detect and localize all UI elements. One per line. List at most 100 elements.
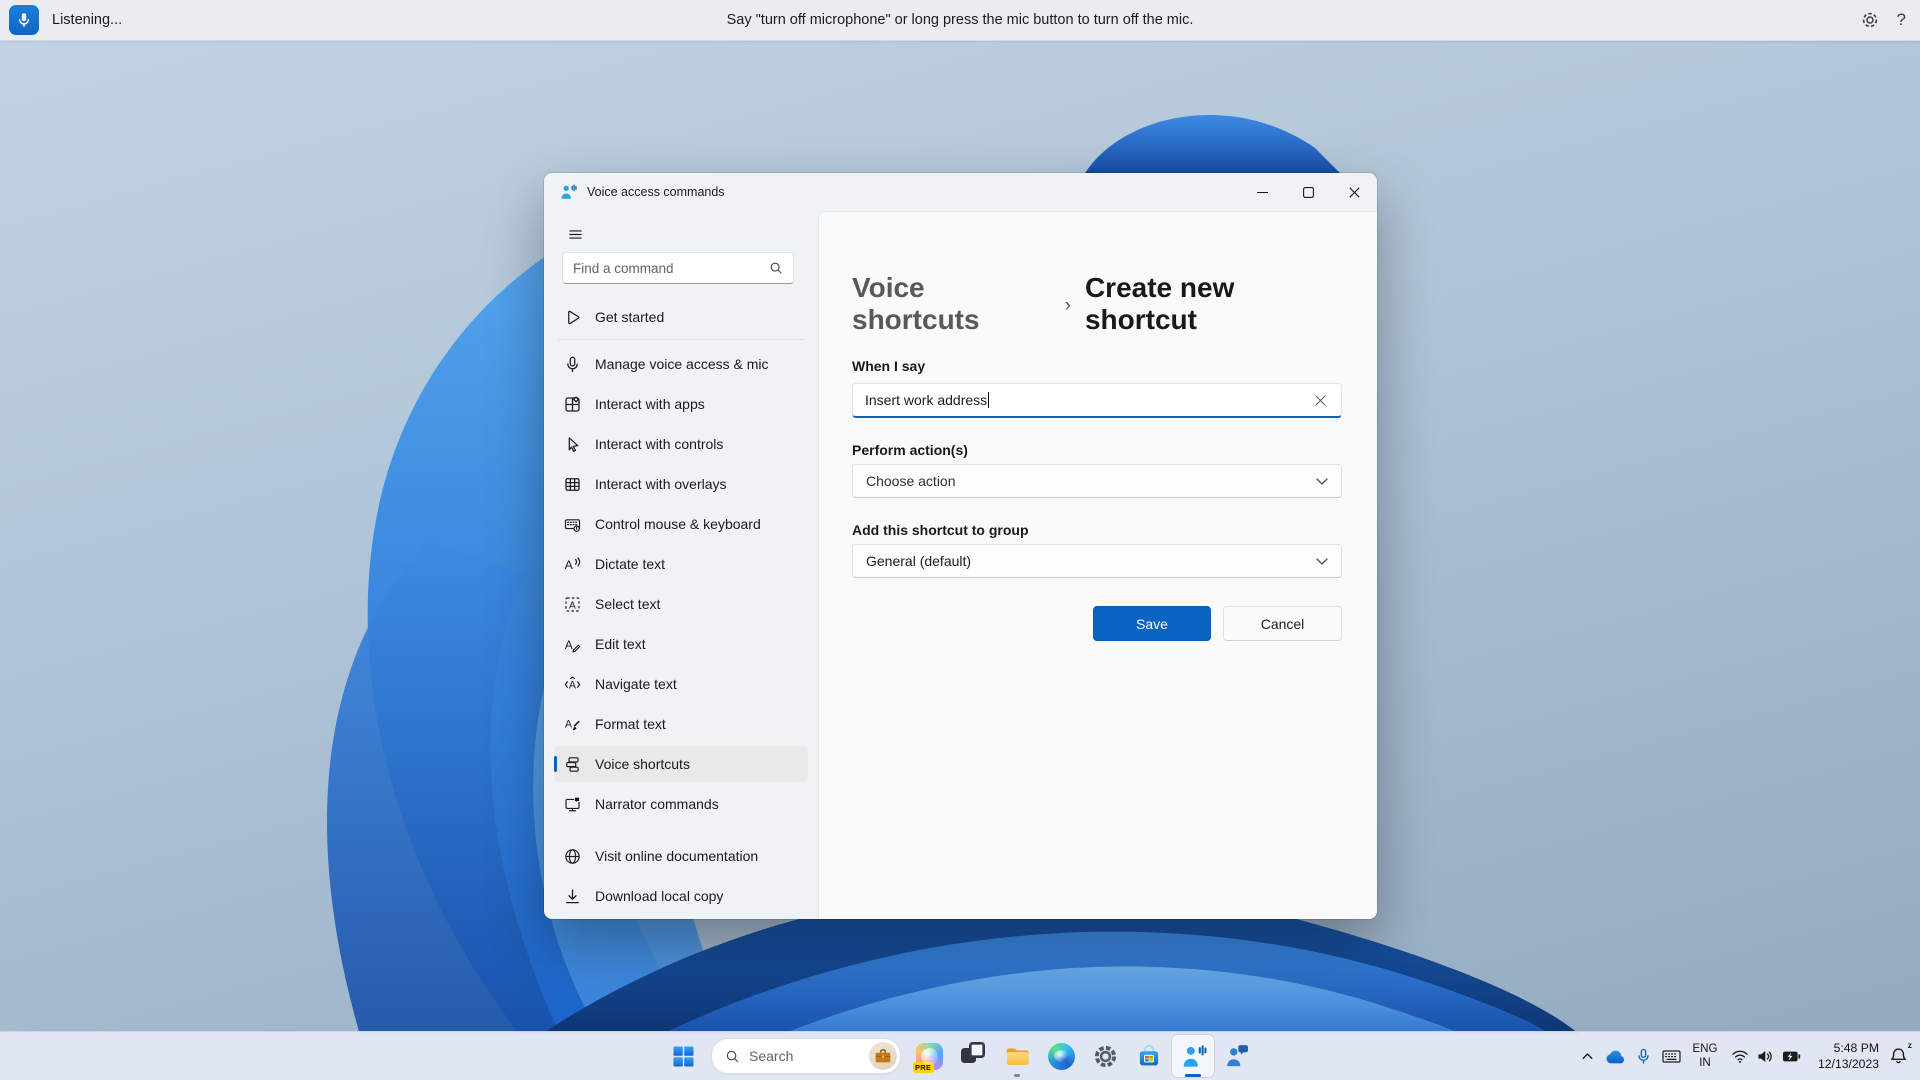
onedrive-tray-icon[interactable] (1600, 1036, 1630, 1076)
gear-icon[interactable] (1860, 10, 1880, 30)
sidebar-item-format-text[interactable]: Format text (554, 706, 808, 742)
breadcrumb: Voice shortcuts › Create new shortcut (852, 272, 1342, 336)
sidebar-item-label: Visit online documentation (595, 848, 759, 864)
close-icon (1314, 394, 1326, 406)
cancel-button[interactable]: Cancel (1223, 606, 1342, 641)
choose-action-value: Choose action (866, 473, 956, 489)
bell-icon (1891, 1048, 1906, 1064)
windows-logo-icon (673, 1046, 693, 1066)
sidebar-item-interact-with-apps[interactable]: Interact with apps (554, 386, 808, 422)
sidebar-divider (558, 339, 804, 340)
battery-charging-icon (1783, 1051, 1801, 1061)
task-view-icon (952, 1035, 994, 1077)
taskbar-app-get-help[interactable] (1216, 1035, 1258, 1077)
start-button[interactable] (662, 1035, 704, 1077)
do-not-disturb-z: z (1907, 1040, 1912, 1050)
notification-center-button[interactable]: z (1887, 1036, 1914, 1076)
maximize-button[interactable] (1285, 173, 1331, 211)
window-title: Voice access commands (587, 185, 725, 199)
chevron-right-icon: › (1064, 295, 1071, 316)
sidebar-item-edit-text[interactable]: Edit text (554, 626, 808, 662)
taskbar-app-voice-access[interactable] (1172, 1035, 1214, 1077)
hamburger-icon (568, 229, 582, 239)
taskbar-app-store[interactable] (1128, 1035, 1170, 1077)
keyboard-icon (1661, 1049, 1681, 1063)
touch-keyboard-tray-icon[interactable] (1656, 1036, 1686, 1076)
sidebar-nav: Get started Manage voice access & mic Inte… (544, 299, 818, 914)
navigate-text-icon (564, 676, 581, 693)
minimize-button[interactable] (1239, 173, 1285, 211)
taskbar-app-file-explorer[interactable] (996, 1035, 1038, 1077)
when-i-say-label: When I say (852, 358, 926, 374)
sidebar-item-narrator-commands[interactable]: Narrator commands (554, 786, 808, 822)
sidebar-item-voice-shortcuts[interactable]: Voice shortcuts (554, 746, 808, 782)
find-command-search-input[interactable]: Find a command (562, 252, 794, 284)
system-indicators-button[interactable] (1724, 1036, 1808, 1076)
clock[interactable]: 5:48 PM 12/13/2023 (1808, 1036, 1887, 1076)
taskbar-app-copilot[interactable]: PRE (908, 1035, 950, 1077)
running-indicator (1014, 1074, 1020, 1077)
format-text-icon (564, 716, 581, 733)
sidebar-item-label: Format text (595, 716, 666, 732)
voice-access-mic-tray-icon[interactable] (1630, 1036, 1656, 1076)
sidebar-item-label: Select text (595, 596, 661, 612)
dictate-icon (564, 556, 581, 573)
sidebar-item-select-text[interactable]: Select text (554, 586, 808, 622)
speaker-icon (1758, 1050, 1772, 1062)
narrator-icon (564, 796, 581, 813)
sidebar-item-navigate-text[interactable]: Navigate text (554, 666, 808, 702)
taskbar-app-settings[interactable] (1084, 1035, 1126, 1077)
sidebar-item-label: Dictate text (595, 556, 666, 572)
search-highlight-thumbnail (869, 1042, 897, 1070)
sidebar-item-label: Manage voice access & mic (595, 356, 769, 372)
search-placeholder: Find a command (573, 260, 674, 276)
choose-action-dropdown[interactable]: Choose action (852, 464, 1342, 498)
sidebar-item-label: Control mouse & keyboard (595, 516, 761, 532)
group-value: General (default) (866, 553, 972, 569)
hidden-icons-button[interactable] (1574, 1036, 1600, 1076)
save-button[interactable]: Save (1093, 606, 1211, 641)
sidebar-item-interact-with-overlays[interactable]: Interact with overlays (554, 466, 808, 502)
sidebar-item-manage-voice-access-mic[interactable]: Manage voice access & mic (554, 346, 808, 382)
search-icon (725, 1049, 740, 1064)
sidebar: Find a command Get started Manage voice a… (544, 211, 818, 919)
sidebar-item-download-local-copy[interactable]: Download local copy (554, 878, 808, 914)
store-icon (1139, 1044, 1159, 1066)
search-icon (769, 261, 783, 275)
clear-input-button[interactable] (1309, 389, 1331, 411)
sidebar-item-visit-online-documentation[interactable]: Visit online documentation (554, 838, 808, 874)
globe-icon (564, 848, 581, 865)
sidebar-item-interact-with-controls[interactable]: Interact with controls (554, 426, 808, 462)
taskbar-app-task-view[interactable] (952, 1035, 994, 1077)
overlay-grid-icon (564, 476, 581, 493)
play-icon (564, 309, 581, 326)
taskbar-app-edge[interactable] (1040, 1035, 1082, 1077)
edge-icon (1047, 1042, 1075, 1070)
language-indicator[interactable]: ENG IN (1686, 1036, 1724, 1076)
close-button[interactable] (1331, 173, 1377, 211)
voice-access-message: Say "turn off microphone" or long press … (726, 12, 1194, 28)
voice-access-bar: Listening... Say "turn off microphone" o… (0, 0, 1920, 41)
taskbar-search-box[interactable]: Search (711, 1038, 901, 1074)
tray-time: 5:48 PM (1833, 1040, 1879, 1055)
when-i-say-input[interactable]: Insert work address (852, 383, 1342, 418)
breadcrumb-parent[interactable]: Voice shortcuts (852, 272, 1051, 336)
desktop: Listening... Say "turn off microphone" o… (0, 0, 1920, 1080)
group-dropdown[interactable]: General (default) (852, 544, 1342, 578)
sidebar-item-label: Interact with controls (595, 436, 724, 452)
selected-indicator (554, 756, 557, 772)
when-i-say-value: Insert work address (865, 392, 988, 408)
hamburger-menu-button[interactable] (556, 219, 594, 249)
sidebar-item-label: Get started (595, 309, 665, 325)
copilot-icon: PRE (912, 1042, 943, 1073)
sidebar-item-get-started[interactable]: Get started (554, 299, 808, 335)
sidebar-item-label: Navigate text (595, 676, 677, 692)
sidebar-item-label: Interact with overlays (595, 476, 727, 492)
microphone-icon (1637, 1048, 1649, 1064)
window-titlebar[interactable]: Voice access commands (544, 173, 1377, 211)
sidebar-item-label: Narrator commands (595, 796, 719, 812)
sidebar-item-control-mouse-keyboard[interactable]: Control mouse & keyboard (554, 506, 808, 542)
help-icon[interactable]: ? (1897, 10, 1906, 30)
sidebar-item-dictate-text[interactable]: Dictate text (554, 546, 808, 582)
